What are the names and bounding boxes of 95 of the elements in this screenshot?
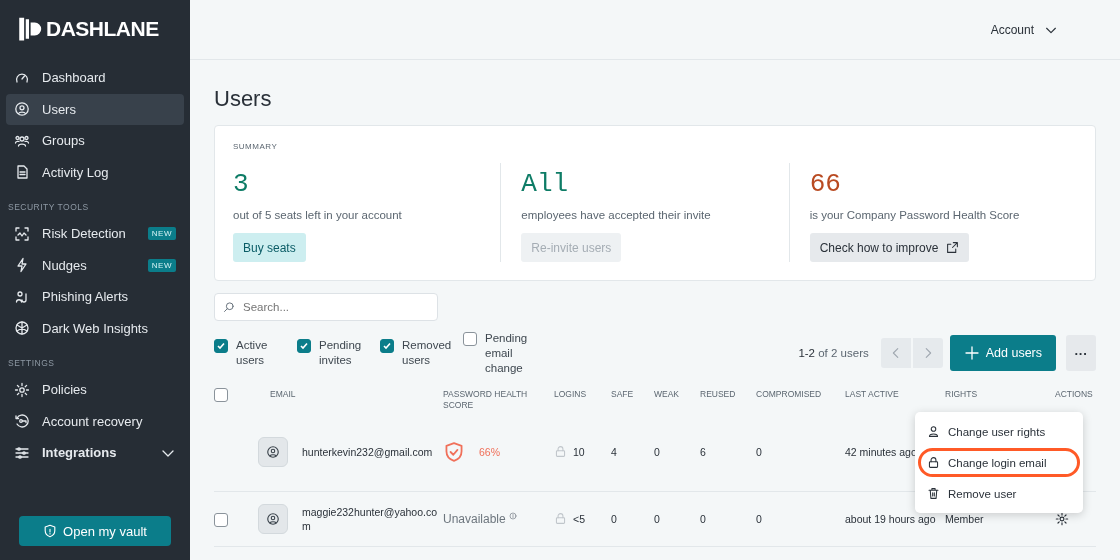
table-cell: 0 <box>654 446 660 458</box>
row-checkbox[interactable] <box>214 512 228 527</box>
person-icon <box>927 425 940 438</box>
score-unavailable: Unavailable <box>443 512 506 526</box>
table-cell: 0 <box>611 513 617 525</box>
user-circle-icon <box>14 101 30 118</box>
rights-text: Member <box>945 513 984 525</box>
menu-item[interactable]: Remove user <box>915 478 1083 509</box>
stat-value: 66 <box>809 169 842 199</box>
stat-value: 3 <box>233 169 250 199</box>
email-text: hunterkevin232@gmail.com <box>302 445 434 459</box>
filter-label: Active users <box>236 338 269 368</box>
trash-icon <box>927 487 940 500</box>
column-header: WEAK <box>654 389 680 400</box>
sliders-icon <box>14 444 30 461</box>
table-cell: 0 <box>654 513 660 525</box>
sidebar-item[interactable]: Dark Web Insights <box>6 312 184 344</box>
key-recovery-icon <box>14 413 30 430</box>
checkbox[interactable] <box>214 339 228 353</box>
menu-item[interactable]: Change user rights <box>915 416 1083 447</box>
column-header: COMPROMISED <box>756 389 822 400</box>
column-header: REUSED <box>700 389 736 400</box>
user-circle-icon <box>266 445 280 459</box>
sidebar-item[interactable]: Nudges NEW <box>6 249 184 281</box>
account-menu[interactable]: Account <box>984 21 1064 38</box>
brand-name: DASHLANE <box>46 17 159 41</box>
table-cell: 0 <box>756 513 762 525</box>
section-heading: SECURITY TOOLS <box>7 201 90 214</box>
email-text: maggie232hunter@yahoo.com <box>302 505 438 533</box>
new-badge: NEW <box>147 258 176 272</box>
table-cell: 0 <box>700 513 706 525</box>
filter-label: Pending invites <box>319 338 363 368</box>
column-header: ACTIONS <box>1055 389 1093 400</box>
checkbox[interactable] <box>463 331 477 346</box>
table-cell: 4 <box>611 446 617 458</box>
shield-icon <box>43 524 58 538</box>
sidebar-item[interactable]: Dashboard <box>6 62 184 94</box>
page-title: Users <box>214 86 273 112</box>
sidebar-item[interactable]: Users <box>6 93 184 125</box>
info-icon <box>508 512 517 520</box>
section-heading: SETTINGS <box>7 357 56 370</box>
sidebar-item[interactable]: Groups <box>6 125 184 157</box>
scan-icon <box>14 225 30 242</box>
checkbox[interactable] <box>380 339 394 353</box>
sidebar-item[interactable]: Risk Detection NEW <box>6 218 184 250</box>
stat-caption: out of 5 seats left in your account <box>233 209 403 221</box>
pagination-info: 1-2 of 2 users <box>798 347 869 359</box>
menu-item[interactable]: Change login email <box>915 447 1083 478</box>
document-icon <box>14 164 30 181</box>
check-icon <box>299 341 309 351</box>
filter-label: Pending email change <box>485 330 529 376</box>
lock-icon <box>554 444 567 458</box>
column-header: LAST ACTIVE <box>845 389 899 400</box>
search-field[interactable]: Search... <box>214 293 438 321</box>
check-icon <box>382 341 392 351</box>
logo-icon <box>16 16 42 42</box>
table-cell: 6 <box>700 446 706 458</box>
logins-count: 10 <box>573 446 585 458</box>
add-users-button[interactable]: Add users <box>949 335 1056 371</box>
checkbox[interactable] <box>297 339 311 353</box>
score-value: 66% <box>479 446 500 458</box>
column-header: LOGINS <box>554 389 587 400</box>
sidebar-item[interactable]: Activity Log <box>6 156 184 188</box>
stat-value: All <box>521 169 570 199</box>
check-icon <box>216 341 226 351</box>
summary-button[interactable]: Buy seats <box>233 233 306 262</box>
column-header: PASSWORD HEALTH SCORE <box>443 389 529 411</box>
stat-caption: employees have accepted their invite <box>521 209 712 221</box>
sidebar-item[interactable]: Integrations <box>6 437 184 469</box>
column-header: SAFE <box>611 389 634 400</box>
column-header: EMAIL <box>270 389 296 400</box>
lock-icon <box>554 511 567 525</box>
logins-count: <5 <box>573 513 585 525</box>
user-circle-icon <box>266 512 280 526</box>
sidebar-item[interactable]: Phishing Alerts <box>6 281 184 313</box>
summary-button[interactable]: Check how to improve <box>809 233 970 262</box>
open-vault-button[interactable]: Open my vault <box>19 516 171 546</box>
search-input[interactable]: Search... <box>241 300 425 314</box>
plus-icon <box>963 345 980 361</box>
table-cell: 0 <box>756 446 762 458</box>
sidebar-item[interactable]: Account recovery <box>6 405 184 437</box>
shield-check-icon <box>443 441 465 463</box>
last-active: about 19 hours ago <box>845 512 937 526</box>
hook-person-icon <box>14 288 30 305</box>
column-header: RIGHTS <box>945 389 978 400</box>
card-title: SUMMARY <box>233 142 279 151</box>
more-button[interactable]: ··· <box>1066 335 1096 371</box>
sidebar-item[interactable]: Policies <box>6 374 184 406</box>
stat-caption: is your Company Password Health Score <box>809 209 1021 221</box>
external-link-icon <box>946 241 960 254</box>
select-all-checkbox[interactable] <box>214 388 228 402</box>
filter-label: Removed users <box>402 338 453 368</box>
search-icon <box>223 301 235 313</box>
lock-icon <box>927 456 940 469</box>
new-badge: NEW <box>147 227 176 241</box>
